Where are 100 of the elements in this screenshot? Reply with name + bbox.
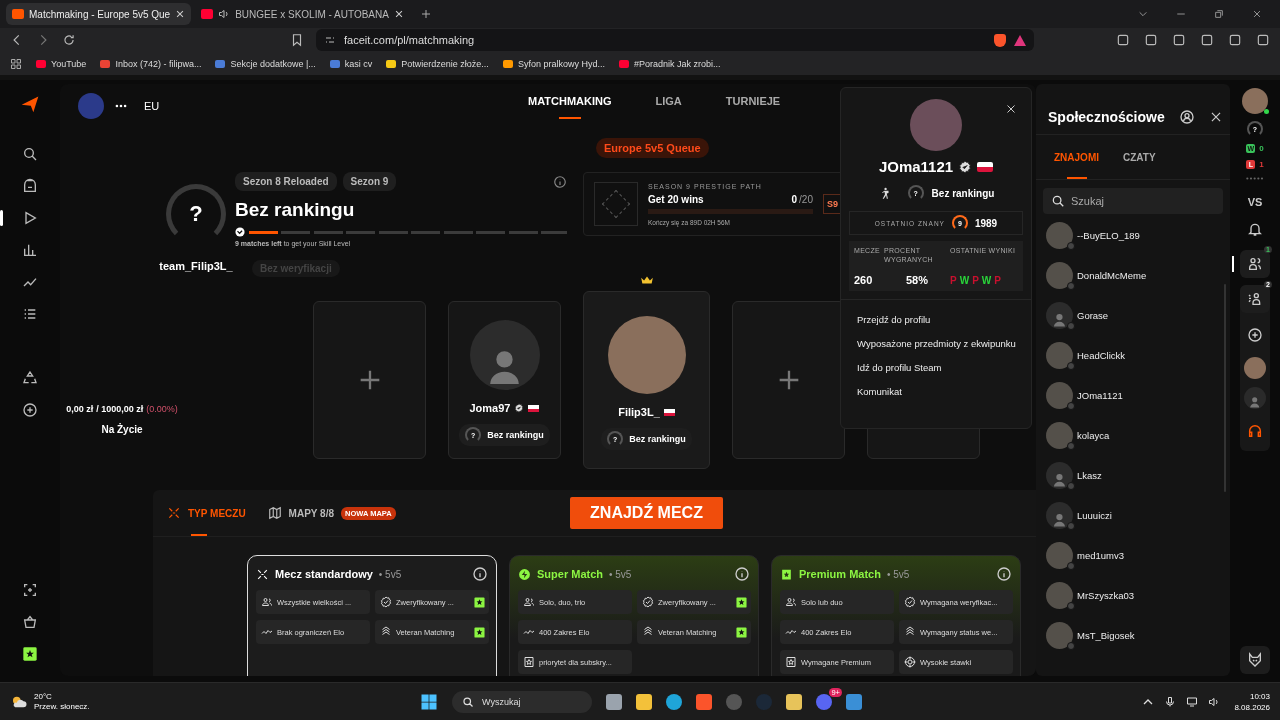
wolf-button[interactable] [1240, 646, 1270, 674]
match-result: P [972, 275, 979, 286]
bookmark-link[interactable]: #Poradnik Jak zrobi... [618, 58, 721, 69]
loss-count: 1 [1259, 160, 1264, 169]
users-icon [785, 596, 797, 608]
reload-icon[interactable] [62, 33, 76, 47]
nav-tab[interactable]: LIGA [655, 92, 682, 119]
search-field[interactable]: Szukaj [1043, 188, 1223, 214]
close-icon[interactable] [1005, 103, 1017, 115]
premium-star-icon [736, 626, 747, 638]
rank-title: Bez rankingu [235, 199, 356, 221]
find-match-button[interactable]: ZNAJDŹ MECZ [570, 497, 723, 529]
crossed-arrows-icon [256, 567, 269, 581]
scan-plus-icon[interactable] [22, 582, 38, 598]
rank-label: Bez rankingu [487, 430, 544, 440]
nav-tab[interactable]: TURNIEJE [725, 92, 781, 119]
bar-chart-icon[interactable] [22, 242, 38, 258]
social-tab[interactable]: CZATY [1123, 135, 1156, 179]
menu-item[interactable]: Wyposażone przedmioty z ekwipunku [857, 338, 1031, 349]
match-tab[interactable]: TYP MECZU [167, 490, 246, 536]
status-dot [1067, 321, 1075, 330]
bookmark-link[interactable]: Syfon pralkowy Hyd... [502, 58, 605, 69]
play-icon[interactable] [22, 210, 38, 226]
microphone-icon[interactable] [1164, 695, 1177, 708]
wallet-change: (0.00%) [146, 404, 178, 414]
avatar[interactable] [1244, 387, 1266, 409]
people-icon [1247, 256, 1263, 272]
browser-tab[interactable]: Matchmaking - Europe 5v5 Que [6, 3, 192, 25]
friend-item[interactable]: Gorase [1046, 302, 1230, 328]
browser-tab[interactable]: BUNGEE x SKOLIM - AUTOBANA [195, 3, 410, 25]
list-icon[interactable] [22, 306, 38, 322]
headset-icon[interactable] [1247, 423, 1263, 439]
friend-item[interactable]: med1umv3 [1046, 542, 1230, 568]
restore-icon[interactable] [1214, 9, 1224, 19]
friend-item[interactable]: MrSzyszka03 [1046, 582, 1230, 608]
menu-item[interactable]: Przejdź do profilu [857, 314, 1031, 325]
social-tab[interactable]: ZNAJOMI [1054, 135, 1099, 179]
queue-badge[interactable]: Europe 5v5 Queue [596, 138, 709, 158]
info-icon[interactable] [553, 174, 567, 189]
apps-grid-icon[interactable] [10, 57, 22, 70]
star-icon [523, 656, 535, 668]
friend-item[interactable]: MsT_Bigosek [1046, 622, 1230, 648]
friend-item[interactable]: Lkasz [1046, 462, 1230, 488]
prestige-task: Get 20 wins [648, 193, 705, 205]
info-icon[interactable] [996, 566, 1012, 582]
friend-item[interactable]: Luuuiczi [1046, 502, 1230, 528]
network-icon[interactable] [1186, 695, 1199, 708]
friend-item[interactable]: JOma1121 [1046, 382, 1230, 408]
info-icon[interactable] [472, 566, 488, 582]
recycle-icon[interactable] [22, 370, 38, 386]
info-icon[interactable] [734, 566, 750, 582]
clock-date[interactable]: 8.08.2026 [1234, 701, 1270, 713]
menu-item[interactable]: Idź do profilu Steam [857, 362, 1031, 373]
friend-item[interactable]: kolayca [1046, 422, 1230, 448]
taskbar-search-field[interactable]: Wyszukaj [452, 690, 592, 713]
target-icon [904, 656, 916, 668]
site-icon [201, 9, 214, 19]
wolf-icon [1247, 652, 1263, 668]
prestige-total: /20 [799, 193, 813, 205]
friend-item[interactable]: DonaldMcMeme [1046, 262, 1230, 288]
site-settings-icon[interactable] [324, 34, 336, 46]
friend-item[interactable]: HeadClickk [1046, 342, 1230, 368]
player-name: Joma97 [469, 402, 511, 414]
new-tab-icon[interactable] [419, 8, 432, 20]
season-chip[interactable]: Sezon 9 [342, 172, 397, 191]
photo-placeholder[interactable] [1242, 88, 1268, 114]
chevron-down-icon[interactable] [1138, 9, 1148, 19]
online-dot [1264, 109, 1269, 114]
bookmark-link[interactable]: Inbox (742) - filipwa... [100, 58, 202, 69]
status-dot [1067, 521, 1075, 530]
status-dot [1067, 281, 1075, 290]
bookmark-link[interactable]: kasi cv [329, 58, 373, 69]
dots-icon [1244, 176, 1266, 181]
vs-label[interactable]: VS [1247, 196, 1263, 208]
bookmark-link[interactable]: YouTube [36, 58, 87, 69]
volume-icon[interactable] [1208, 695, 1221, 708]
close-icon[interactable] [175, 9, 186, 19]
close-icon[interactable] [1252, 9, 1262, 19]
clock-time[interactable]: 10:03 [1249, 690, 1270, 702]
nav-tab[interactable]: MATCHMAKING [528, 92, 612, 119]
season-chip[interactable]: Sezon 8 Reloaded [235, 172, 337, 191]
search-icon[interactable] [22, 146, 38, 162]
logo-icon[interactable] [20, 94, 40, 114]
menu-item[interactable]: Komunikat [857, 386, 1031, 397]
crossed-arrows-icon [167, 506, 181, 520]
elo-value: 1989 [974, 217, 998, 229]
windows-start-icon[interactable] [420, 692, 438, 711]
friend-item[interactable]: --BuyELO_189 [1046, 222, 1230, 248]
ranking-icon[interactable] [22, 178, 38, 194]
player-name: team_Filip3L_ [159, 260, 233, 272]
address-field[interactable]: faceit.com/pl/matchmaking [316, 29, 1034, 51]
basket-icon[interactable] [22, 614, 38, 630]
photo-placeholder [1046, 221, 1073, 249]
notification-bell-icon[interactable] [1247, 221, 1263, 237]
bookmark-link[interactable]: Sekcje dodatkowe |... [215, 58, 316, 69]
bookmark-link[interactable]: Potwierdzenie złoże... [386, 58, 489, 69]
region-label[interactable]: EU [144, 100, 160, 112]
photo-placeholder[interactable] [1244, 357, 1266, 379]
close-icon[interactable] [393, 9, 404, 19]
bookmark-icon[interactable] [290, 33, 304, 47]
